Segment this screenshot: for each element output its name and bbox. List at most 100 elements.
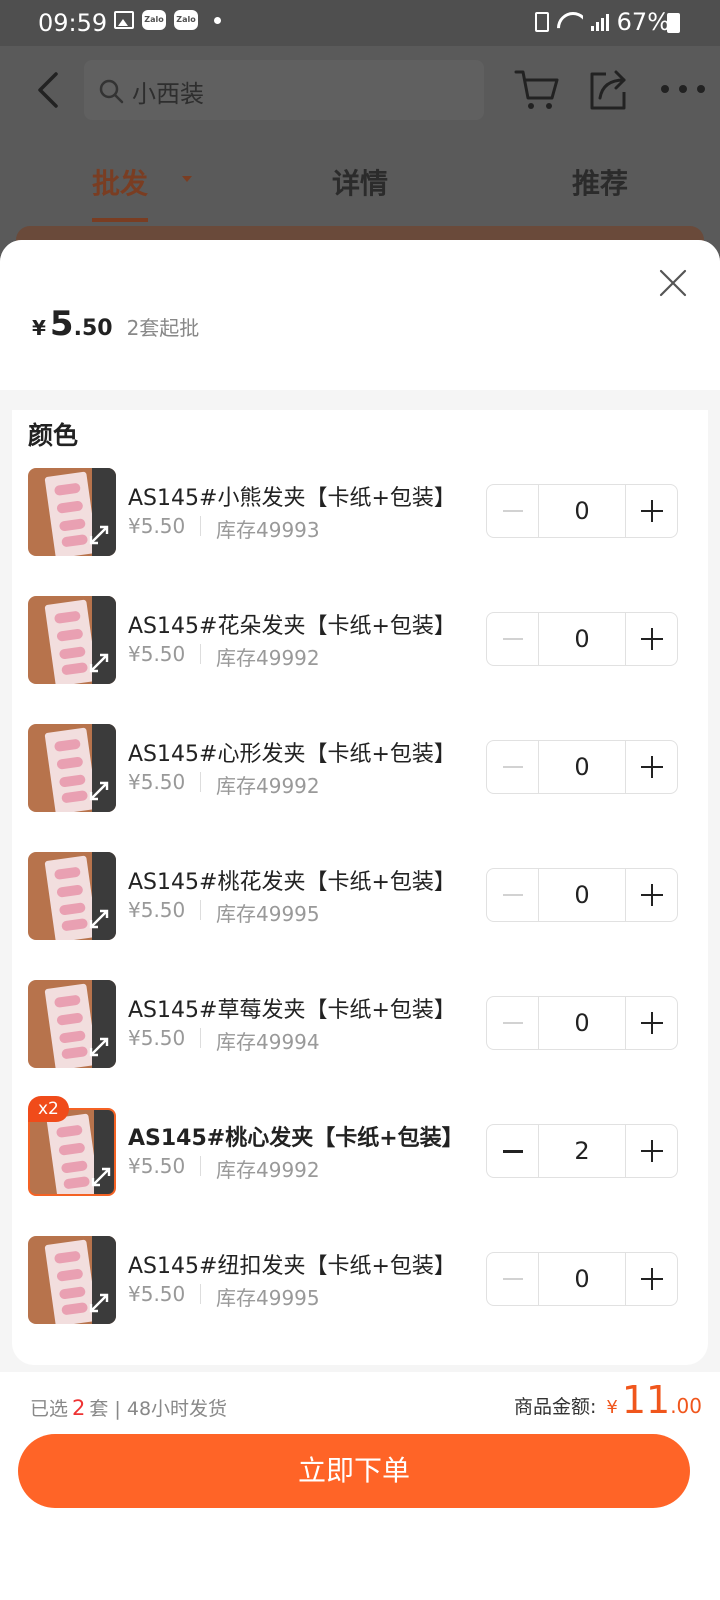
quantity-value[interactable]: 0 [539,741,625,793]
item-stock: 库存49995 [216,902,320,926]
decrease-button[interactable] [487,741,539,793]
increase-button[interactable] [625,869,677,921]
tab-wholesale[interactable]: 批发 [92,162,148,202]
selection-summary: 已选 2 套 | 48小时发货 [30,1394,227,1421]
item-stock: 库存49995 [216,1286,320,1310]
increase-button[interactable] [625,741,677,793]
divider [200,1156,201,1176]
minus-icon [502,1278,523,1280]
item-stock: 库存49992 [216,646,320,670]
quantity-stepper: 0 [486,612,678,666]
price-decimal: .50 [73,316,113,341]
zalo-notification-icon: Zalo [174,10,198,30]
minus-icon [502,510,523,512]
quantity-badge: x2 [28,1096,69,1122]
increase-button[interactable] [625,613,677,665]
zalo-notification-icon: Zalo [142,10,166,30]
expand-icon[interactable] [88,524,110,546]
price-currency: ¥ [32,316,46,340]
minus-icon [502,1022,523,1024]
quantity-value[interactable]: 2 [539,1125,625,1177]
selected-suffix: 套 | 48小时发货 [89,1398,228,1420]
quantity-value[interactable]: 0 [539,997,625,1049]
item-price: ¥5.50 [128,514,186,538]
minus-icon [502,766,523,768]
list-item: AS145#草莓发夹【卡纸+包装】 ¥5.50 库存49994 0 [28,980,692,1072]
product-thumbnail[interactable] [28,724,116,812]
item-name: AS145#小熊发夹【卡纸+包装】 [128,486,456,511]
item-price: ¥5.50 [128,898,186,922]
list-item: AS145#小熊发夹【卡纸+包装】 ¥5.50 库存49993 0 [28,468,692,560]
share-icon[interactable] [586,68,630,112]
product-thumbnail[interactable] [28,1236,116,1324]
decrease-button[interactable] [487,997,539,1049]
expand-icon[interactable] [88,1036,110,1058]
expand-icon[interactable] [90,1166,112,1188]
battery-saver-icon [534,12,549,32]
increase-button[interactable] [625,1125,677,1177]
decrease-button[interactable] [487,1253,539,1305]
search-icon [99,79,124,104]
place-order-button[interactable]: 立即下单 [18,1434,690,1508]
item-price: ¥5.50 [128,1282,186,1306]
signal-icon [590,13,609,31]
product-thumbnail[interactable] [28,468,116,556]
total-currency: ¥ [606,1397,618,1418]
item-name: AS145#花朵发夹【卡纸+包装】 [128,614,456,639]
list-item: AS145#桃花发夹【卡纸+包装】 ¥5.50 库存49995 0 [28,852,692,944]
list-item: AS145#心形发夹【卡纸+包装】 ¥5.50 库存49992 0 [28,724,692,816]
plus-icon [640,1268,663,1290]
battery-icon [667,13,680,33]
list-item: AS145#纽扣发夹【卡纸+包装】 ¥5.50 库存49995 0 [28,1236,692,1328]
tab-recommend[interactable]: 推荐 [572,162,628,202]
item-stock: 库存49992 [216,774,320,798]
expand-icon[interactable] [88,1292,110,1314]
expand-icon[interactable] [88,652,110,674]
increase-button[interactable] [625,997,677,1049]
sheet-header: ¥ 5 .50 2套起批 [0,240,720,390]
item-stock: 库存49994 [216,1030,320,1054]
divider [200,1028,201,1048]
decrease-button[interactable] [487,485,539,537]
plus-icon [640,500,663,522]
cart-icon[interactable] [514,68,560,112]
tab-bar: 批发 详情 推荐 [0,136,720,224]
top-bar: 小西装 [0,46,720,136]
quantity-value[interactable]: 0 [539,613,625,665]
total-integer: 11 [621,1378,671,1422]
status-time: 09:59 [38,9,108,37]
price-integer: 5 [49,304,74,344]
increase-button[interactable] [625,1253,677,1305]
increase-button[interactable] [625,485,677,537]
close-icon[interactable] [658,268,688,298]
item-price: ¥5.50 [128,1154,186,1178]
decrease-button[interactable] [487,869,539,921]
decrease-button[interactable] [487,1125,539,1177]
divider [200,516,201,536]
item-price: ¥5.50 [128,1026,186,1050]
quantity-stepper: 0 [486,868,678,922]
plus-icon [640,884,663,906]
wifi-icon [557,12,583,32]
expand-icon[interactable] [88,908,110,930]
search-input[interactable]: 小西装 [84,60,484,120]
divider [200,900,201,920]
product-thumbnail[interactable] [28,596,116,684]
quantity-value[interactable]: 0 [539,869,625,921]
product-thumbnail[interactable] [28,852,116,940]
image-notification-icon [114,11,134,29]
status-notifications: Zalo Zalo [114,10,221,30]
color-options-panel: 颜色 AS145#小熊发夹【卡纸+包装】 ¥5.50 库存49993 0 AS1… [12,410,708,1365]
expand-icon[interactable] [88,780,110,802]
plus-icon [640,1140,663,1162]
quantity-value[interactable]: 0 [539,1253,625,1305]
quantity-stepper: 0 [486,996,678,1050]
search-placeholder: 小西装 [132,80,204,108]
product-thumbnail[interactable] [28,980,116,1068]
tab-details[interactable]: 详情 [332,162,388,202]
more-icon[interactable] [660,82,706,96]
decrease-button[interactable] [487,613,539,665]
total-decimal: .00 [670,1394,702,1418]
quantity-value[interactable]: 0 [539,485,625,537]
back-icon[interactable] [30,70,70,110]
